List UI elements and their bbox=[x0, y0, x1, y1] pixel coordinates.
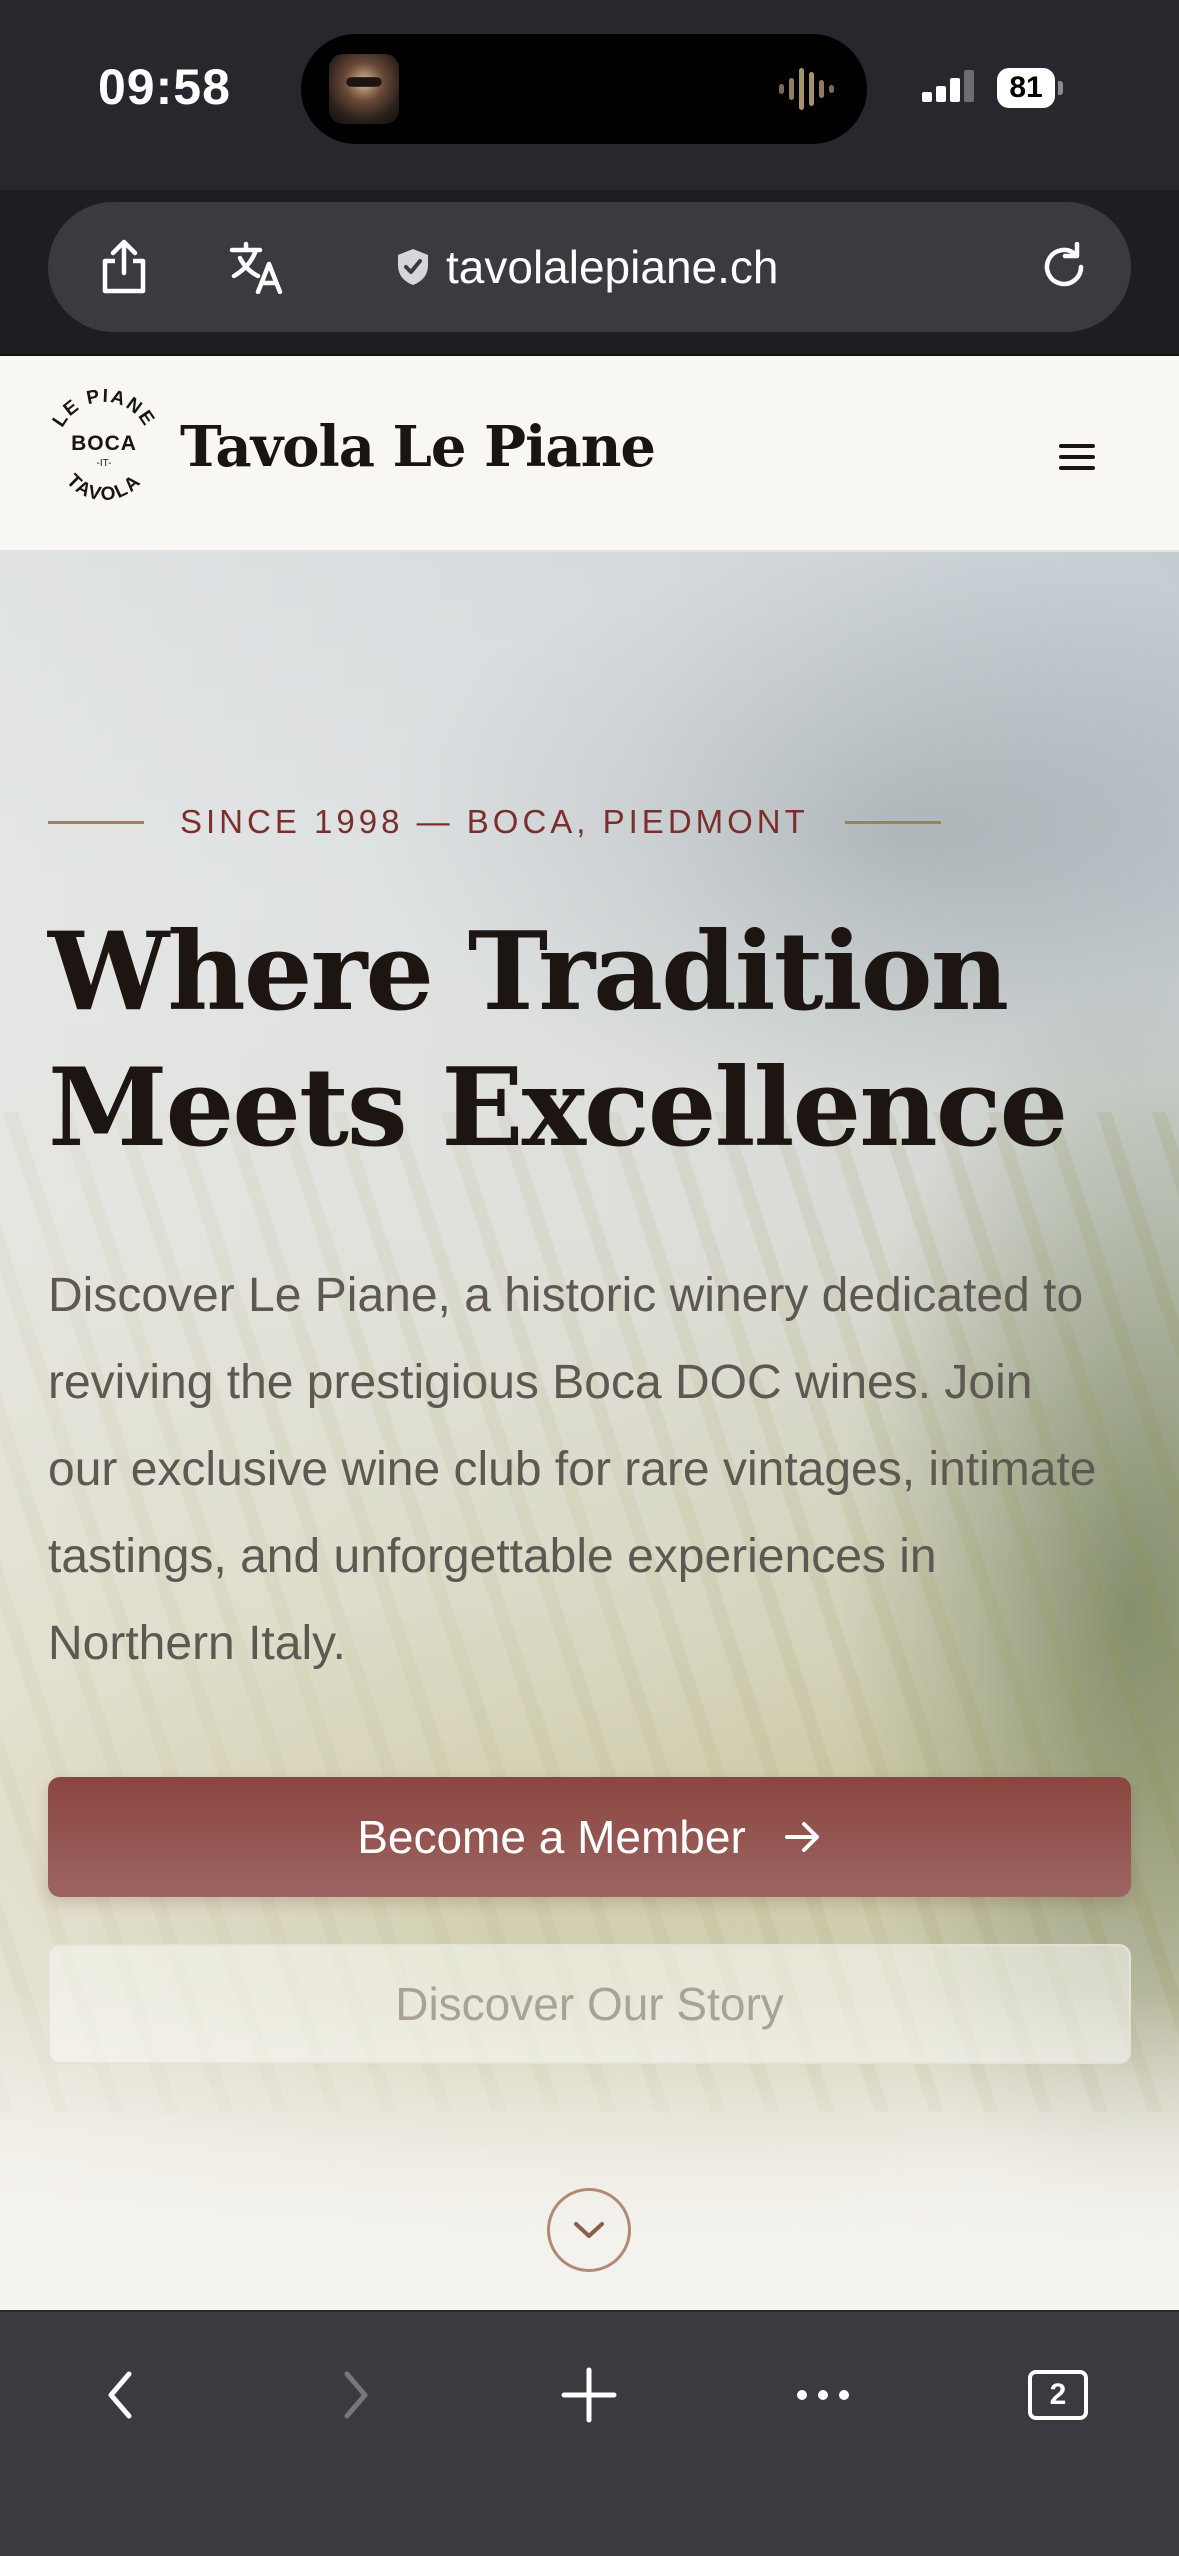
dynamic-island[interactable] bbox=[301, 34, 867, 144]
scroll-down-button[interactable] bbox=[547, 2188, 631, 2272]
become-member-label: Become a Member bbox=[357, 1811, 746, 1863]
cellular-signal-icon bbox=[922, 70, 974, 102]
site-header: LE PIANE BOCA -IT- TAVOLA Tavola Le Pian… bbox=[0, 356, 1179, 552]
translate-icon bbox=[229, 241, 283, 294]
new-tab-button[interactable] bbox=[544, 2350, 634, 2440]
status-time: 09:58 bbox=[98, 59, 231, 115]
more-icon bbox=[797, 2390, 849, 2400]
svg-text:LE PIANE: LE PIANE bbox=[49, 386, 160, 431]
hero-eyebrow: SINCE 1998 — BOCA, PIEDMONT bbox=[48, 800, 941, 844]
discover-story-label: Discover Our Story bbox=[395, 1978, 784, 2030]
tabs-icon: 2 bbox=[1028, 2370, 1088, 2420]
hero-section: SINCE 1998 — BOCA, PIEDMONT Where Tradit… bbox=[0, 552, 1179, 2310]
forward-icon bbox=[344, 2371, 368, 2419]
now-playing-thumbnail bbox=[329, 54, 399, 124]
shield-icon bbox=[398, 249, 428, 285]
share-button[interactable] bbox=[87, 230, 161, 304]
discover-story-button[interactable]: Discover Our Story bbox=[48, 1944, 1131, 2064]
browser-toolbar: 2 bbox=[0, 2310, 1179, 2556]
url-display[interactable]: tavolalepiane.ch bbox=[396, 232, 778, 302]
reload-icon bbox=[1044, 242, 1084, 287]
back-icon bbox=[108, 2371, 132, 2419]
plus-icon bbox=[561, 2367, 617, 2423]
svg-text:BOCA: BOCA bbox=[71, 432, 137, 455]
site-logo[interactable]: LE PIANE BOCA -IT- TAVOLA bbox=[46, 386, 162, 516]
share-icon bbox=[102, 239, 146, 294]
svg-text:-IT-: -IT- bbox=[97, 458, 112, 469]
hero-title: Where Tradition Meets Excellence bbox=[48, 904, 1108, 1176]
hero-title-line-2: Meets Excellence bbox=[48, 1045, 1068, 1171]
status-bar: 09:58 81 bbox=[0, 0, 1179, 190]
back-button[interactable] bbox=[75, 2350, 165, 2440]
chevron-down-icon bbox=[574, 2222, 604, 2238]
menu-button[interactable] bbox=[1048, 432, 1106, 482]
eyebrow-rule-right bbox=[844, 820, 941, 824]
hamburger-menu-icon bbox=[1059, 444, 1095, 470]
battery-icon: 81 bbox=[997, 68, 1063, 108]
translate-button[interactable] bbox=[220, 230, 294, 304]
tabs-button[interactable]: 2 bbox=[1013, 2350, 1103, 2440]
reload-button[interactable] bbox=[1027, 230, 1101, 304]
address-bar[interactable]: tavolalepiane.ch bbox=[48, 202, 1131, 332]
hero-title-line-1: Where Tradition bbox=[48, 909, 1009, 1035]
audio-waveform-icon bbox=[779, 68, 834, 110]
svg-text:TAVOLA: TAVOLA bbox=[62, 470, 146, 505]
more-button[interactable] bbox=[778, 2350, 868, 2440]
url-text: tavolalepiane.ch bbox=[446, 241, 779, 293]
become-member-button[interactable]: Become a Member bbox=[48, 1777, 1131, 1897]
arrow-right-icon bbox=[784, 1822, 819, 1852]
forward-button[interactable] bbox=[311, 2350, 401, 2440]
eyebrow-rule-left bbox=[48, 820, 144, 824]
eyebrow-text: SINCE 1998 — BOCA, PIEDMONT bbox=[180, 803, 809, 840]
hero-description: Discover Le Piane, a historic winery ded… bbox=[48, 1269, 1097, 1670]
site-name[interactable]: Tavola Le Piane bbox=[180, 414, 656, 480]
